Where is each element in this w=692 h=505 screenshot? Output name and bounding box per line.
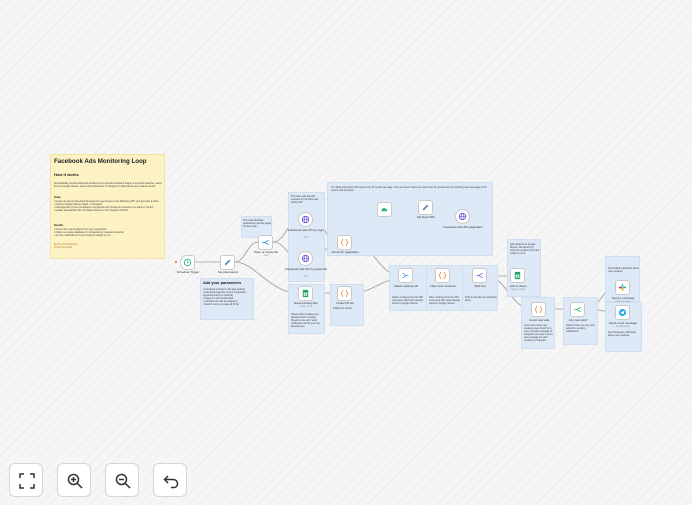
read-existing-ids-node[interactable] [298,286,313,301]
node-label: Facebook Ads API pagination [443,225,483,229]
note-setup-steps: • Create an app on Facebook Developers t… [54,200,159,212]
node-label: Page or keywords [253,250,278,254]
note-benefits-heading: Benefits [54,224,64,227]
node-label: Set Next URL [416,215,436,219]
facebook-ads-api-page-node[interactable] [298,212,313,227]
google-sheets-icon [302,289,309,298]
undo-button[interactable] [153,463,187,497]
split-icon [476,272,483,279]
facebook-ads-api-pagination-node[interactable] [455,209,470,224]
params-note[interactable]: Add your parameters • Facebook ad token … [200,278,254,320]
fit-view-icon [19,473,35,489]
merge-icon [402,272,409,279]
code-braces-icon [438,271,447,280]
branch-icon [574,306,581,313]
globe-icon [458,212,467,221]
count-new-ads-node[interactable] [531,302,546,317]
node-sublabel: append: sheet [510,289,526,291]
zoom-in-icon [67,473,83,489]
node-label: Send a message [611,296,635,300]
split-out-node[interactable] [472,268,487,283]
node-sublabel: sendMessage [615,326,631,328]
undo-icon [163,475,179,489]
node-label: Count new ads [528,318,549,322]
attach-existing-ids-node[interactable] [398,268,413,283]
note-benefits-body: • Never miss new creatives from your com… [54,228,124,237]
zoom-out-button[interactable] [105,463,139,497]
code-braces-icon [340,289,349,298]
switch-icon [262,239,269,246]
pencil-icon [224,259,231,266]
wait-node[interactable] [377,202,392,217]
filter-new-creatives-node[interactable] [435,268,450,283]
note-body: Automatically monitors Meta Ads creative… [54,182,162,188]
set-next-url-node[interactable] [418,200,433,215]
node-sublabel: GET [303,276,309,278]
node-sublabel: getAll: sheet [299,306,313,308]
node-label: Send a text message [608,321,638,325]
node-label: Any new ads? [568,318,588,322]
set-parameters-node[interactable] [220,255,235,270]
note-setup-heading: Setup [54,196,61,199]
node-label: Set parameters [217,270,239,274]
facebook-ads-api-keywords-node[interactable] [298,251,313,266]
add-to-sheet-node[interactable] [510,268,525,283]
node-label: Check for pagination [331,250,359,254]
google-sheets-icon [514,271,521,280]
node-label: Collect ID list [336,301,354,305]
schedule-trigger-node[interactable] [180,255,195,270]
globe-icon [301,215,310,224]
clock-icon [183,258,192,267]
telegram-icon [618,308,627,317]
note-title: Facebook Ads Monitoring Loop [54,158,147,165]
send-slack-message-node[interactable] [615,280,630,295]
main-instructions-note[interactable]: Facebook Ads Monitoring Loop How it work… [50,154,165,259]
slack-icon [618,283,627,292]
page-or-keywords-node[interactable] [258,235,273,250]
collect-id-list-node[interactable] [337,286,352,301]
note-author: Built by Onur Boztekin Project & Growth [54,243,78,249]
node-sublabel: GET [303,237,309,239]
pencil-icon [422,204,429,211]
params-body: • Facebook ad token in the App settings … [203,288,247,306]
node-sublabel: post: message [615,301,631,303]
params-title: Add your parameters [203,281,242,285]
globe-icon [301,254,310,263]
send-telegram-message-node[interactable] [615,305,630,320]
node-label: Facebook Ads API by page [287,228,325,232]
zoom-in-button[interactable] [57,463,91,497]
node-sublabel: rules [263,255,269,257]
node-label: Read existing IDs [294,301,318,305]
cloud-pause-icon [381,207,388,212]
code-braces-icon [340,238,349,247]
code-braces-icon [534,305,543,314]
note-subtitle: How it works [54,172,79,177]
node-label: Add to sheet [509,284,527,288]
any-new-ads-node[interactable] [570,302,585,317]
fit-view-button[interactable] [9,463,43,497]
workflow-canvas[interactable]: Facebook Ads Monitoring Loop How it work… [0,0,692,505]
zoom-out-icon [115,473,131,489]
node-label: Facebook Ads API by keywords [284,267,328,271]
check-pagination-node[interactable] [337,235,352,250]
node-label: Schedule Trigger [176,270,200,274]
